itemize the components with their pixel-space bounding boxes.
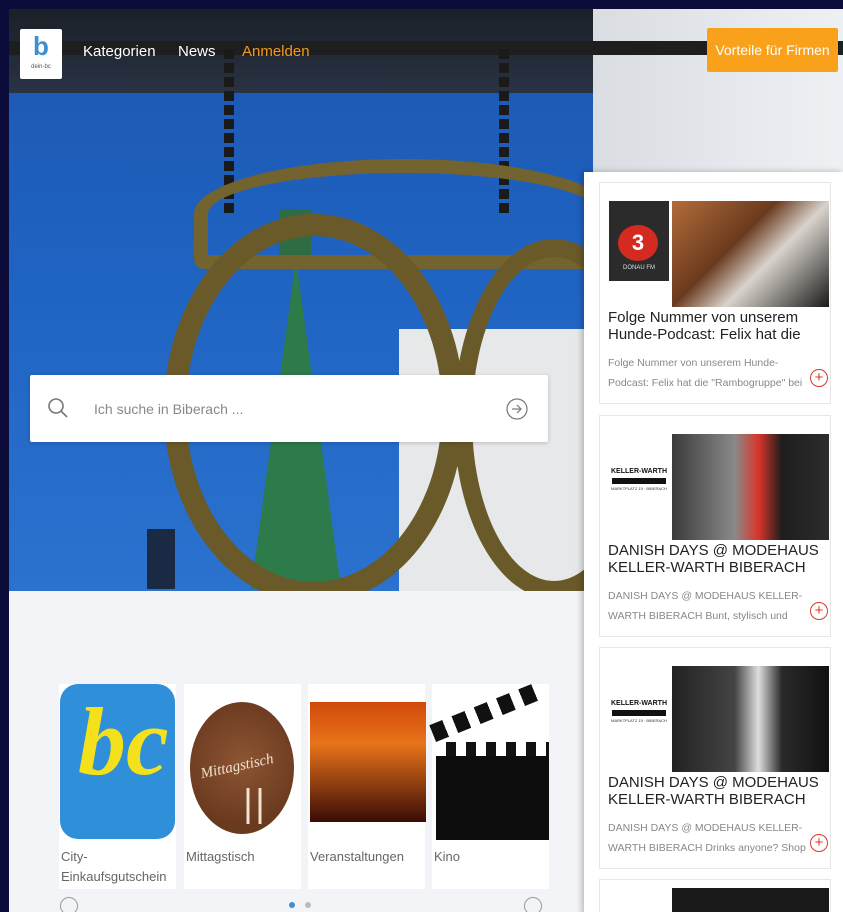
feed-card[interactable]: KELLER-WARTH MARKTPLATZ 15 · BIBERACH DA…	[599, 647, 831, 869]
feed-description: Folge Nummer von unserem Hunde-Podcast: …	[608, 357, 803, 389]
category-label: Mittagstisch	[186, 849, 255, 864]
nav-kategorien[interactable]: Kategorien	[83, 43, 156, 60]
donau3fm-logo-mark: 3	[618, 225, 658, 261]
keller-warth-logo: KELLER-WARTH MARKTPLATZ 15 · BIBERACH	[609, 666, 669, 746]
category-label: Kino	[434, 849, 461, 864]
logo-letter: b	[33, 31, 49, 61]
keller-warth-logo-stripe	[612, 710, 666, 716]
donau3fm-logo: 3 DONAU FM	[609, 201, 669, 281]
feed-card[interactable]	[599, 879, 831, 912]
category-image	[308, 684, 426, 844]
page: b dein-bc Kategorien News Anmelden Vorte…	[9, 9, 843, 912]
search-input[interactable]	[92, 395, 496, 423]
feed-title[interactable]: Folge Nummer von unserem Hunde-Podcast: …	[608, 309, 828, 343]
feed-photo	[672, 434, 829, 540]
feed-description: DANISH DAYS @ MODEHAUS KELLER-WARTH BIBE…	[608, 590, 803, 622]
search-icon	[48, 398, 68, 418]
fork-knife-icon	[246, 788, 262, 824]
keller-warth-logo-stripe	[612, 478, 666, 484]
feed-photo	[672, 888, 829, 912]
nav-news[interactable]: News	[178, 43, 216, 60]
nav-anmelden[interactable]: Anmelden	[242, 43, 310, 60]
site-logo[interactable]: b dein-bc	[20, 29, 62, 79]
hero-flag	[147, 529, 175, 589]
feed-photo	[672, 201, 829, 307]
category-image: bc	[59, 684, 176, 844]
category-veranstaltungen[interactable]: Veranstaltungen	[308, 684, 426, 889]
keller-warth-logo-text: KELLER-WARTH	[611, 700, 667, 707]
bc-logo-text: bc	[78, 688, 169, 795]
mittagstisch-logo-text: Mittagstisch	[199, 751, 276, 783]
news-feed-panel: 3 DONAU FM Folge Nummer von unserem Hund…	[584, 172, 843, 912]
feed-title[interactable]: DANISH DAYS @ MODEHAUS KELLER-WARTH BIBE…	[608, 542, 828, 576]
keller-warth-logo: KELLER-WARTH MARKTPLATZ 15 · BIBERACH	[609, 434, 669, 514]
clapperboard-icon	[436, 742, 549, 840]
category-image	[429, 684, 549, 844]
donau3fm-logo-caption: DONAU FM	[623, 265, 655, 271]
carousel-prev-button[interactable]	[60, 897, 78, 912]
plus-icon[interactable]: +	[810, 834, 828, 852]
feed-card[interactable]: 3 DONAU FM Folge Nummer von unserem Hund…	[599, 182, 831, 404]
feed-description: DANISH DAYS @ MODEHAUS KELLER-WARTH BIBE…	[608, 822, 806, 854]
carousel-dots	[289, 895, 321, 912]
plus-icon[interactable]: +	[810, 369, 828, 387]
category-image: Mittagstisch	[184, 684, 301, 844]
bc-logo: bc	[60, 684, 175, 839]
plus-icon[interactable]: +	[810, 602, 828, 620]
carousel-dot-1[interactable]	[289, 902, 295, 908]
feed-photo	[672, 666, 829, 772]
clapperboard-stripe	[436, 742, 549, 756]
carousel-next-button[interactable]	[524, 897, 542, 912]
mittagstisch-logo: Mittagstisch	[190, 702, 294, 834]
category-label: Veranstaltungen	[310, 849, 404, 864]
vorteile-fuer-firmen-button[interactable]: Vorteile für Firmen	[707, 28, 838, 72]
clapperboard-top	[429, 684, 538, 742]
carousel-dot-2[interactable]	[305, 902, 311, 908]
feed-title[interactable]: DANISH DAYS @ MODEHAUS KELLER-WARTH BIBE…	[608, 774, 828, 808]
category-mittagstisch[interactable]: Mittagstisch Mittagstisch	[184, 684, 301, 889]
feed-card[interactable]: KELLER-WARTH MARKTPLATZ 15 · BIBERACH DA…	[599, 415, 831, 637]
logo-text: dein-bc	[31, 64, 51, 70]
arrow-right-circle-icon[interactable]	[506, 398, 528, 420]
search-bar	[30, 375, 548, 442]
category-kino[interactable]: Kino	[429, 684, 549, 889]
keller-warth-logo-text: KELLER-WARTH	[611, 468, 667, 475]
category-label: City-Einkaufsgutschein	[61, 849, 167, 884]
category-city-einkaufsgutschein[interactable]: bc City-Einkaufsgutschein	[59, 684, 176, 889]
keller-warth-logo-caption: MARKTPLATZ 15 · BIBERACH	[611, 718, 667, 723]
keller-warth-logo-caption: MARKTPLATZ 15 · BIBERACH	[611, 486, 667, 491]
concert-photo	[310, 702, 426, 822]
